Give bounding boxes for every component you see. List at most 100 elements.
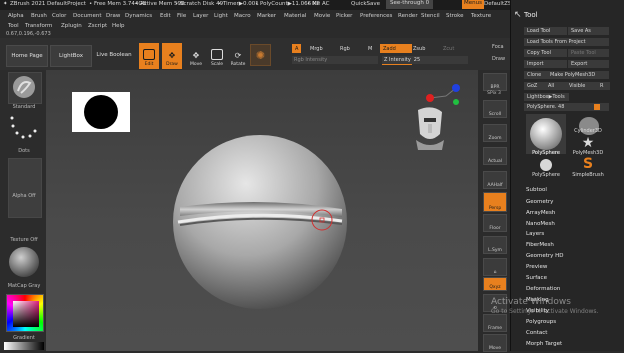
subpalette-fibermesh[interactable]: FiberMesh <box>526 242 554 248</box>
subpalette-morph-target[interactable]: Morph Target <box>526 341 562 347</box>
all-button[interactable]: All <box>545 82 566 90</box>
menu-stroke[interactable]: Stroke <box>446 13 464 19</box>
edit-mode-button[interactable]: Edit <box>139 43 159 69</box>
copy-tool-button[interactable]: Copy Tool <box>524 49 567 57</box>
menu-marker[interactable]: Marker <box>257 13 276 19</box>
make-polymesh3d-button[interactable]: Make PolyMesh3D <box>547 71 609 79</box>
load-tools-from-project-button[interactable]: Load Tools From Project <box>524 38 609 46</box>
clone-button[interactable]: Clone <box>524 71 547 79</box>
rgb-toggle[interactable]: Rgb <box>337 44 353 53</box>
subpalette-preview[interactable]: Preview <box>526 264 547 270</box>
draw-size-label[interactable]: Draw <box>492 56 505 62</box>
lsym-button[interactable]: L.Sym <box>483 236 507 254</box>
menu-draw[interactable]: Draw <box>106 13 120 19</box>
zadd-toggle[interactable]: Zadd <box>380 44 412 53</box>
menu-picker[interactable]: Picker <box>336 13 352 19</box>
tool-tile-polysphere[interactable] <box>526 114 566 154</box>
see-through-slider[interactable]: See-through 0 <box>386 0 434 9</box>
subpalette-deformation[interactable]: Deformation <box>526 286 560 292</box>
menu-brush[interactable]: Brush <box>31 13 47 19</box>
subpalette-geometry-hd[interactable]: Geometry HD <box>526 253 564 259</box>
actual-button[interactable]: Actual <box>483 147 507 165</box>
scale-mode-button[interactable]: Scale <box>207 43 227 69</box>
rgb-intensity-slider[interactable]: Rgb Intensity <box>292 56 378 64</box>
rotate-mode-button[interactable]: ⟳ Rotate <box>228 43 248 69</box>
export-button[interactable]: Export <box>568 60 609 68</box>
live-boolean-button[interactable]: Live Boolean <box>94 45 134 65</box>
material-thumbnail-button[interactable] <box>8 244 40 282</box>
color-picker[interactable] <box>6 294 44 332</box>
stroke-thumbnail-button[interactable] <box>8 114 40 144</box>
lightbox-button[interactable]: LightBox <box>50 45 92 67</box>
subpalette-surface[interactable]: Surface <box>526 275 547 281</box>
menu-document[interactable]: Document <box>73 13 102 19</box>
menu-light[interactable]: Light <box>214 13 228 19</box>
xyz-button[interactable]: Qxyz <box>483 277 507 291</box>
menu-edit[interactable]: Edit <box>160 13 171 19</box>
subpalette-nanomesh[interactable]: NanoMesh <box>526 221 555 227</box>
canvas-viewport[interactable] <box>46 70 478 351</box>
menu-dynamics[interactable]: Dynamics <box>125 13 152 19</box>
m-toggle[interactable]: M <box>365 44 375 53</box>
menu-material[interactable]: Material <box>284 13 306 19</box>
brush-thumbnail-button[interactable] <box>8 72 42 104</box>
gradient-swatch[interactable] <box>4 342 44 350</box>
r-button[interactable]: R <box>597 82 610 90</box>
tool-palette-title[interactable]: Tool <box>524 11 538 19</box>
spix-label[interactable]: SPix 3 <box>480 91 508 96</box>
menu-color[interactable]: Color <box>52 13 66 19</box>
move-view-button[interactable]: Move <box>483 334 507 352</box>
persp-button[interactable]: Persp <box>483 192 507 212</box>
menu-stencil[interactable]: Stencil <box>421 13 440 19</box>
palette-pin-icon[interactable]: ↖ <box>514 10 522 20</box>
menu-render[interactable]: Render <box>398 13 418 19</box>
paste-tool-button[interactable]: Paste Tool <box>568 49 609 57</box>
focal-shift-label[interactable]: Foca <box>492 44 504 50</box>
tool-tile-polymesh3d[interactable]: ★ <box>574 136 602 150</box>
goz-button[interactable]: GoZ <box>524 82 545 90</box>
z-intensity-slider[interactable]: Z Intensity 25 <box>382 56 468 64</box>
mrgb-toggle[interactable]: Mrgb <box>307 44 326 53</box>
menu-texture[interactable]: Texture <box>471 13 491 19</box>
subpalette-polygroups[interactable]: Polygroups <box>526 319 556 325</box>
save-as-button[interactable]: Save As <box>568 27 609 35</box>
color-field[interactable] <box>13 301 39 327</box>
tool-tile-simplebrush[interactable]: S <box>578 156 598 172</box>
menu-layer[interactable]: Layer <box>193 13 208 19</box>
import-button[interactable]: Import <box>524 60 567 68</box>
scroll-button[interactable]: Scroll <box>483 100 507 118</box>
material-swatch-button[interactable]: ✺ <box>250 44 271 66</box>
tool-tile-polysphere-small[interactable] <box>536 158 556 172</box>
subpalette-contact[interactable]: Contact <box>526 330 547 336</box>
menu-zscript[interactable]: Zscript <box>88 23 107 29</box>
draw-mode-button[interactable]: ✥ Draw <box>162 43 182 69</box>
menu-zplugin[interactable]: Zplugin <box>61 23 82 29</box>
frame-button[interactable]: Frame <box>483 314 507 332</box>
load-tool-button[interactable]: Load Tool <box>524 27 567 35</box>
zsub-toggle[interactable]: Zsub <box>410 44 428 53</box>
menu-macro[interactable]: Macro <box>234 13 251 19</box>
move-mode-button[interactable]: ✥ Move <box>186 43 206 69</box>
a-toggle[interactable]: A <box>292 44 302 53</box>
visible-button[interactable]: Visible <box>566 82 597 90</box>
menus-button[interactable]: Menus <box>462 0 484 9</box>
menu-preferences[interactable]: Preferences <box>360 13 392 19</box>
floor-button[interactable]: Floor <box>483 214 507 232</box>
bpr-button[interactable]: BPR <box>483 73 507 91</box>
subpalette-geometry[interactable]: Geometry <box>526 199 553 205</box>
menu-tool[interactable]: Tool <box>8 23 19 29</box>
menu-alpha[interactable]: Alpha <box>8 13 24 19</box>
alpha-thumbnail-button[interactable] <box>8 158 42 218</box>
zoom-button[interactable]: Zoom <box>483 124 507 142</box>
current-tool-slider-thumb[interactable] <box>594 104 600 110</box>
aahalf-button[interactable]: AAHalf <box>483 171 507 189</box>
home-page-button[interactable]: Home Page <box>6 45 48 67</box>
subpalette-arraymesh[interactable]: ArrayMesh <box>526 210 555 216</box>
subpalette-subtool[interactable]: Subtool <box>526 187 547 193</box>
transp-button[interactable]: ⌂ <box>483 258 507 276</box>
menu-movie[interactable]: Movie <box>314 13 330 19</box>
zcut-toggle[interactable]: Zcut <box>440 44 457 53</box>
menu-transform[interactable]: Transform <box>25 23 52 29</box>
quicksave-button[interactable]: QuickSave <box>351 1 380 7</box>
menu-file[interactable]: File <box>177 13 186 19</box>
